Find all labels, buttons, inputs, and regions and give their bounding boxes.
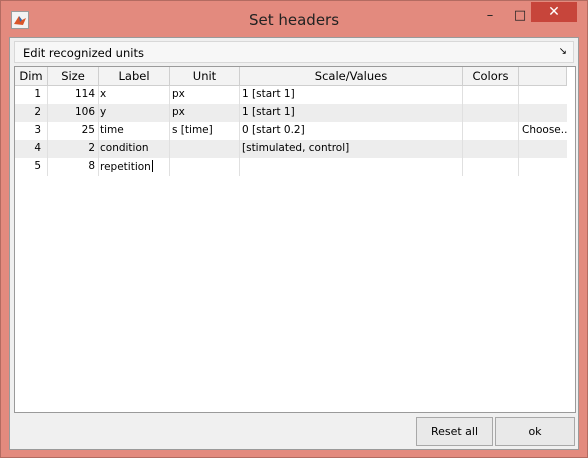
table-row[interactable]: 5 8 repetition	[15, 158, 567, 176]
scale-values-cell[interactable]: [stimulated, control]	[240, 140, 463, 158]
dim-cell: 2	[15, 104, 48, 122]
units-panel-label: Edit recognized units	[23, 46, 144, 60]
size-cell[interactable]: 2	[48, 140, 99, 158]
extra-cell[interactable]	[519, 158, 567, 176]
close-icon: ✕	[548, 4, 560, 20]
minimize-button[interactable]: –	[475, 4, 505, 26]
dialog-client: Edit recognized units ↘ Dim Size Label U…	[9, 37, 579, 450]
extra-cell[interactable]	[519, 86, 567, 104]
maximize-button[interactable]: □	[507, 4, 533, 26]
dim-cell: 3	[15, 122, 48, 140]
scale-values-cell[interactable]: 0 [start 0.2]	[240, 122, 463, 140]
minimize-icon: –	[486, 7, 494, 23]
colors-cell[interactable]	[463, 158, 519, 176]
size-cell[interactable]: 114	[48, 86, 99, 104]
scale-values-cell[interactable]	[240, 158, 463, 176]
label-cell[interactable]: x	[99, 86, 170, 104]
dialog-window: Set headers – □ ✕ Edit recognized units …	[0, 0, 588, 458]
column-header-extra[interactable]	[519, 67, 567, 85]
colors-cell[interactable]	[463, 140, 519, 158]
colors-cell[interactable]	[463, 104, 519, 122]
column-header-scale-values[interactable]: Scale/Values	[240, 67, 463, 85]
unit-cell[interactable]: px	[170, 86, 240, 104]
colors-cell[interactable]	[463, 122, 519, 140]
column-header-unit[interactable]: Unit	[170, 67, 240, 85]
dim-cell: 1	[15, 86, 48, 104]
table-header-row: Dim Size Label Unit Scale/Values Colors	[15, 67, 567, 86]
headers-table: Dim Size Label Unit Scale/Values Colors …	[14, 66, 576, 413]
choose-color-button[interactable]: Choose...	[519, 122, 567, 140]
size-cell[interactable]: 25	[48, 122, 99, 140]
unit-cell[interactable]	[170, 140, 240, 158]
extra-cell[interactable]	[519, 140, 567, 158]
dim-cell: 5	[15, 158, 48, 176]
scale-values-cell[interactable]: 1 [start 1]	[240, 104, 463, 122]
label-cell[interactable]: y	[99, 104, 170, 122]
table-row[interactable]: 4 2 condition [stimulated, control]	[15, 140, 567, 158]
text-caret	[151, 160, 153, 172]
unit-cell[interactable]: px	[170, 104, 240, 122]
scale-values-cell[interactable]: 1 [start 1]	[240, 86, 463, 104]
table-row[interactable]: 3 25 time s [time] 0 [start 0.2] Choose.…	[15, 122, 567, 140]
column-header-label[interactable]: Label	[99, 67, 170, 85]
table-row[interactable]: 1 114 x px 1 [start 1]	[15, 86, 567, 104]
size-cell[interactable]: 106	[48, 104, 99, 122]
column-header-size[interactable]: Size	[48, 67, 99, 85]
reset-all-button[interactable]: Reset all	[416, 417, 493, 446]
expand-arrow-icon[interactable]: ↘	[559, 46, 567, 57]
label-edit-text[interactable]: repetition	[100, 161, 151, 173]
ok-button[interactable]: ok	[495, 417, 575, 446]
maximize-icon: □	[513, 7, 527, 23]
column-header-colors[interactable]: Colors	[463, 67, 519, 85]
label-cell-editing[interactable]: repetition	[99, 158, 170, 176]
unit-cell[interactable]: s [time]	[170, 122, 240, 140]
label-cell[interactable]: time	[99, 122, 170, 140]
close-button[interactable]: ✕	[531, 2, 577, 22]
unit-cell[interactable]	[170, 158, 240, 176]
title-bar[interactable]: Set headers – □ ✕	[1, 1, 587, 37]
size-cell[interactable]: 8	[48, 158, 99, 176]
colors-cell[interactable]	[463, 86, 519, 104]
dim-cell: 4	[15, 140, 48, 158]
column-header-dim[interactable]: Dim	[15, 67, 48, 85]
table-row[interactable]: 2 106 y px 1 [start 1]	[15, 104, 567, 122]
label-cell[interactable]: condition	[99, 140, 170, 158]
units-panel-header[interactable]: Edit recognized units ↘	[14, 41, 574, 63]
extra-cell[interactable]	[519, 104, 567, 122]
